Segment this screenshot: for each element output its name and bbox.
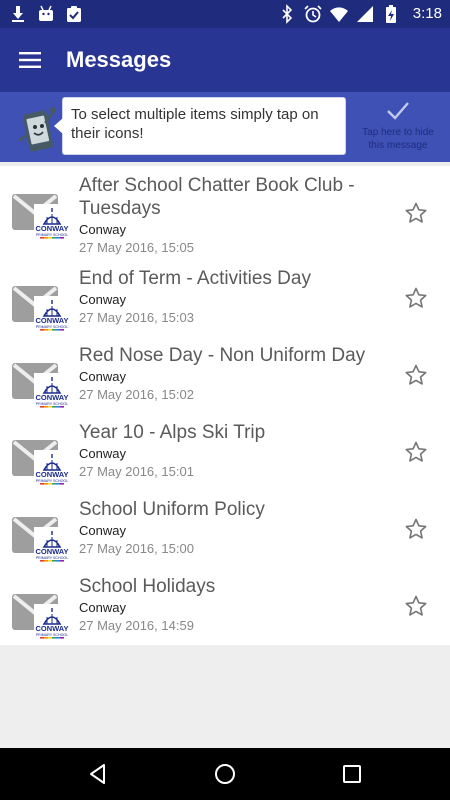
bluetooth-icon bbox=[277, 4, 297, 24]
logo-subtitle: PRIMARY SCHOOL bbox=[36, 556, 68, 560]
message-date: 27 May 2016, 15:02 bbox=[79, 387, 194, 402]
app-bar: Messages bbox=[0, 28, 450, 92]
school-logo: CONWAY PRIMARY SCHOOL bbox=[34, 296, 70, 332]
message-date: 27 May 2016, 15:03 bbox=[79, 310, 194, 325]
phone-mascot-icon bbox=[14, 100, 58, 154]
logo-subtitle: PRIMARY SCHOOL bbox=[36, 479, 68, 483]
logo-name: CONWAY bbox=[35, 224, 68, 233]
system-icons: 3:18 bbox=[277, 4, 442, 24]
message-text: End of Term - Activities Day Conway 27 May… bbox=[79, 267, 379, 326]
star-icon[interactable] bbox=[404, 201, 428, 225]
hamburger-menu-icon[interactable] bbox=[14, 44, 46, 76]
message-text: Year 10 - Alps Ski Trip Conway 27 May 2016… bbox=[79, 421, 379, 480]
logo-name: CONWAY bbox=[35, 316, 68, 325]
star-icon[interactable] bbox=[404, 594, 428, 618]
status-bar: 3:18 bbox=[0, 0, 450, 28]
logo-name: CONWAY bbox=[35, 547, 68, 556]
clipboard-check-icon bbox=[64, 4, 84, 24]
message-text: School Uniform Policy Conway 27 May 2016, … bbox=[79, 498, 379, 557]
star-icon[interactable] bbox=[404, 440, 428, 464]
message-date: 27 May 2016, 14:59 bbox=[79, 618, 194, 633]
message-text: Red Nose Day - Non Uniform Day Conway 27 M… bbox=[79, 344, 379, 403]
star-icon[interactable] bbox=[404, 363, 428, 387]
tip-banner: To select multiple items simply tap on t… bbox=[0, 92, 450, 162]
notification-icons bbox=[8, 4, 84, 24]
signal-icon bbox=[355, 4, 375, 24]
message-title: School Uniform Policy bbox=[79, 499, 265, 520]
message-date: 27 May 2016, 15:00 bbox=[79, 541, 194, 556]
message-row[interactable]: CONWAY PRIMARY SCHOOL School Holidays Conwa… bbox=[0, 568, 450, 645]
message-sender: Conway bbox=[79, 523, 126, 538]
message-row[interactable]: CONWAY PRIMARY SCHOOL End of Term - Activi… bbox=[0, 260, 450, 337]
logo-name: CONWAY bbox=[35, 393, 68, 402]
school-logo: CONWAY PRIMARY SCHOOL bbox=[34, 450, 70, 486]
message-select-icon[interactable]: CONWAY PRIMARY SCHOOL bbox=[12, 192, 72, 244]
message-row[interactable]: CONWAY PRIMARY SCHOOL Red Nose Day - Non U… bbox=[0, 337, 450, 414]
download-icon bbox=[8, 4, 28, 24]
hide-tip-button[interactable]: Tap here to hide this message bbox=[352, 98, 444, 158]
message-title: Year 10 - Alps Ski Trip bbox=[79, 422, 266, 443]
page-title: Messages bbox=[66, 47, 172, 72]
message-select-icon[interactable]: CONWAY PRIMARY SCHOOL bbox=[12, 592, 72, 644]
hide-tip-label-line1: Tap here to hide bbox=[362, 127, 434, 138]
checkmark-icon bbox=[385, 100, 411, 122]
message-row[interactable]: CONWAY PRIMARY SCHOOL Year 10 - Alps Ski T… bbox=[0, 414, 450, 491]
logo-subtitle: PRIMARY SCHOOL bbox=[36, 633, 68, 637]
star-icon[interactable] bbox=[404, 517, 428, 541]
school-logo: CONWAY PRIMARY SCHOOL bbox=[34, 604, 70, 640]
clock-time: 3:18 bbox=[412, 5, 442, 22]
logo-name: CONWAY bbox=[35, 470, 68, 479]
system-nav-bar bbox=[0, 748, 450, 800]
battery-charging-icon bbox=[381, 4, 401, 24]
message-title: School Holidays bbox=[79, 576, 216, 597]
school-logo: CONWAY PRIMARY SCHOOL bbox=[34, 204, 70, 240]
star-icon[interactable] bbox=[404, 286, 428, 310]
tip-message: To select multiple items simply tap on t… bbox=[54, 97, 346, 155]
message-select-icon[interactable]: CONWAY PRIMARY SCHOOL bbox=[12, 515, 72, 567]
message-select-icon[interactable]: CONWAY PRIMARY SCHOOL bbox=[12, 438, 72, 490]
logo-name: CONWAY bbox=[35, 624, 68, 633]
android-debug-icon bbox=[36, 4, 56, 24]
message-title: Red Nose Day - Non Uniform Day bbox=[79, 345, 366, 366]
logo-subtitle: PRIMARY SCHOOL bbox=[36, 233, 68, 237]
message-text: School Holidays Conway 27 May 2016, 14:59 bbox=[79, 575, 379, 634]
school-logo: CONWAY PRIMARY SCHOOL bbox=[34, 373, 70, 409]
recents-square-icon[interactable] bbox=[340, 762, 364, 786]
message-sender: Conway bbox=[79, 292, 126, 307]
message-sender: Conway bbox=[79, 222, 126, 237]
back-triangle-icon[interactable] bbox=[86, 762, 110, 786]
message-row[interactable]: CONWAY PRIMARY SCHOOL After School Chatter… bbox=[0, 166, 450, 260]
logo-subtitle: PRIMARY SCHOOL bbox=[36, 402, 68, 406]
logo-subtitle: PRIMARY SCHOOL bbox=[36, 325, 68, 329]
message-date: 27 May 2016, 15:05 bbox=[79, 240, 194, 255]
wifi-icon bbox=[329, 4, 349, 24]
message-sender: Conway bbox=[79, 446, 126, 461]
message-title: After School Chatter Book Club - Tuesday… bbox=[79, 175, 355, 219]
message-list: CONWAY PRIMARY SCHOOL After School Chatter… bbox=[0, 166, 450, 645]
message-sender: Conway bbox=[79, 600, 126, 615]
message-sender: Conway bbox=[79, 369, 126, 384]
message-title: End of Term - Activities Day bbox=[79, 268, 311, 289]
alarm-icon bbox=[303, 4, 323, 24]
hide-tip-label-line2: this message bbox=[368, 140, 428, 151]
message-text: After School Chatter Book Club - Tuesday… bbox=[79, 174, 379, 256]
message-date: 27 May 2016, 15:01 bbox=[79, 464, 194, 479]
home-circle-icon[interactable] bbox=[213, 762, 237, 786]
message-row[interactable]: CONWAY PRIMARY SCHOOL School Uniform Polic… bbox=[0, 491, 450, 568]
message-select-icon[interactable]: CONWAY PRIMARY SCHOOL bbox=[12, 361, 72, 413]
school-logo: CONWAY PRIMARY SCHOOL bbox=[34, 527, 70, 563]
message-select-icon[interactable]: CONWAY PRIMARY SCHOOL bbox=[12, 284, 72, 336]
